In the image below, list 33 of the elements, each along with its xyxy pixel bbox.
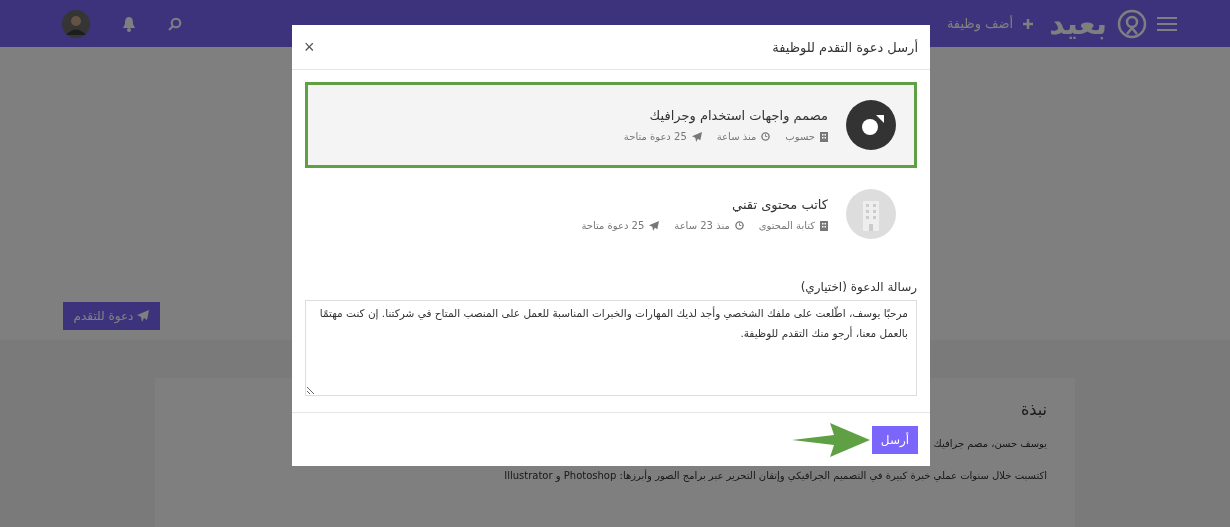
search-icon[interactable] <box>168 16 182 31</box>
about-text: يوسف حسن، مصم جرافيك <box>933 437 1047 452</box>
bell-icon[interactable] <box>122 15 136 32</box>
avatar-icon[interactable] <box>62 9 90 38</box>
company-name: حسوب <box>785 131 815 142</box>
close-button[interactable]: × <box>304 36 315 58</box>
menu-icon[interactable] <box>1157 15 1177 32</box>
dialog-title: أرسل دعوة التقدم للوظيفة <box>772 39 918 55</box>
invites-count: 25 دعوة متاحة <box>623 131 687 142</box>
job-option[interactable]: مصمم واجهات استخدام وجرافيك حسوب منذ ساعة 25 دعوة متاحة <box>305 82 917 168</box>
logo-icon[interactable] <box>1117 8 1147 39</box>
posted-time: منذ ساعة <box>716 131 757 142</box>
paper-plane-icon <box>649 220 660 231</box>
company-logo-icon <box>846 100 896 150</box>
paper-plane-icon <box>137 310 150 322</box>
send-button[interactable]: أرسل <box>872 425 918 454</box>
building-icon <box>820 220 828 231</box>
about-text: اكتسبت خلال سنوات عملي خبرة كبيرة في التصميم الجرافيكي وإتقان التحرير عبر برامج الصور وأبرزها: Photoshop و Illustrator <box>504 468 1047 484</box>
company-name: كتابة المحتوى <box>758 220 815 231</box>
building-icon <box>846 189 896 239</box>
message-label: رسالة الدعوة (اختياري) <box>799 280 917 294</box>
job-title: مصمم واجهات استخدام وجرافيك <box>648 108 828 123</box>
invites-count: 25 دعوة متاحة <box>581 220 645 231</box>
posted-time: منذ 23 ساعة <box>674 220 730 231</box>
plus-icon[interactable] <box>1023 18 1034 29</box>
message-field[interactable]: مرحبًا يوسف، اطّلعت على ملفك الشخصي وأجد لديك المهارات والخبرات المناسبة للعمل على المنصب المتاح في شركتنا. إن كنت مهتمًا بالعمل معنا، أرجو منك التقدم للوظيفة. <box>305 300 917 396</box>
about-title: نبذة <box>1020 400 1047 420</box>
clock-icon <box>761 132 771 141</box>
building-icon <box>820 131 828 142</box>
job-title: كاتب محتوى تقني <box>731 197 828 212</box>
clock-icon <box>734 221 744 230</box>
job-option[interactable]: كاتب محتوى تقني كتابة المحتوى منذ 23 ساعة 25 دعوة متاحة <box>305 171 917 257</box>
paper-plane-icon <box>691 131 702 142</box>
